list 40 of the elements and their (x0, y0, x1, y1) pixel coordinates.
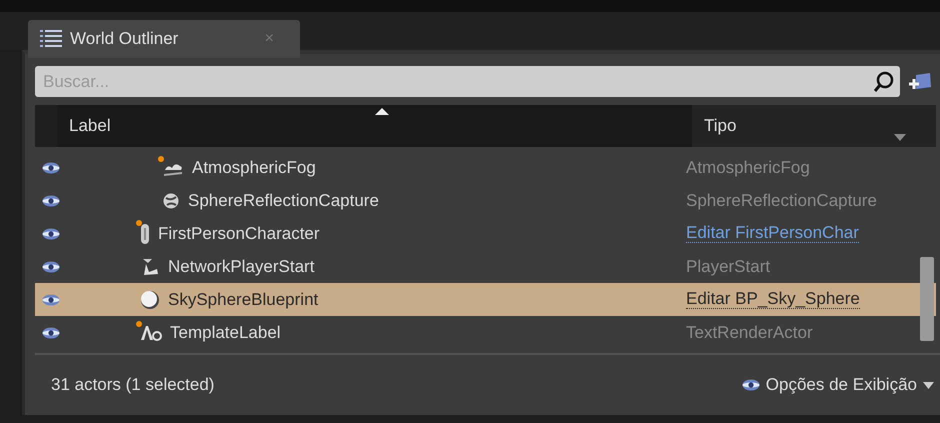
actor-label: SphereReflectionCapture (188, 190, 379, 210)
actor-type: SphereReflectionCapture (686, 190, 877, 210)
eye-icon[interactable] (42, 194, 60, 206)
eye-icon[interactable] (42, 326, 60, 338)
eye-icon[interactable] (42, 162, 60, 174)
dropdown-arrow-icon (894, 134, 906, 141)
search-icon (874, 70, 894, 92)
sort-arrow-icon (374, 108, 388, 115)
actor-label: FirstPersonCharacter (158, 224, 320, 244)
globe-icon (162, 192, 180, 210)
outliner-row[interactable]: NetworkPlayerStart PlayerStart (35, 250, 936, 283)
column-header[interactable]: Tipo (692, 105, 936, 147)
caret-icon (923, 382, 934, 388)
text-actor-icon (140, 324, 162, 342)
actor-label: NetworkPlayerStart (168, 256, 314, 276)
actor-label: TemplateLabel (170, 322, 281, 342)
outliner-row[interactable]: SphereReflectionCapture SphereReflectionCapture (35, 184, 936, 217)
eye-icon[interactable] (742, 379, 760, 391)
actor-type: AtmosphericFog (686, 158, 810, 178)
eye-icon[interactable] (42, 294, 60, 306)
actor-type: PlayerStart (686, 256, 770, 276)
view-options-button[interactable]: Opções de Exibição (734, 375, 934, 395)
actor-count: 31 actors (1 selected) (51, 375, 214, 395)
actor-type: TextRenderActor (686, 322, 813, 342)
outliner-row[interactable]: SkySphereBlueprint Editar BP_Sky_Sphere (35, 283, 936, 316)
outliner-row[interactable]: AtmosphericFog AtmosphericFog (35, 151, 936, 184)
list-icon (40, 29, 62, 49)
edit-link[interactable]: Editar FirstPersonChar (686, 224, 859, 244)
edit-link[interactable]: Editar BP_Sky_Sphere (686, 290, 860, 310)
actor-label: AtmosphericFog (192, 158, 316, 178)
eye-icon[interactable] (42, 228, 60, 240)
panel-tab[interactable]: World Outliner × (28, 20, 300, 58)
sphere-icon (140, 290, 160, 310)
outliner-row[interactable]: FirstPersonCharacter Editar FirstPersonChar (35, 217, 936, 250)
outliner-row[interactable]: TemplateLabel TextRenderActor (35, 316, 936, 349)
scrollbar-thumb[interactable] (920, 257, 934, 341)
eye-icon[interactable] (42, 260, 60, 272)
actor-label: SkySphereBlueprint (168, 290, 318, 310)
capsule-icon (140, 222, 150, 244)
column-header[interactable]: Label (57, 105, 692, 147)
